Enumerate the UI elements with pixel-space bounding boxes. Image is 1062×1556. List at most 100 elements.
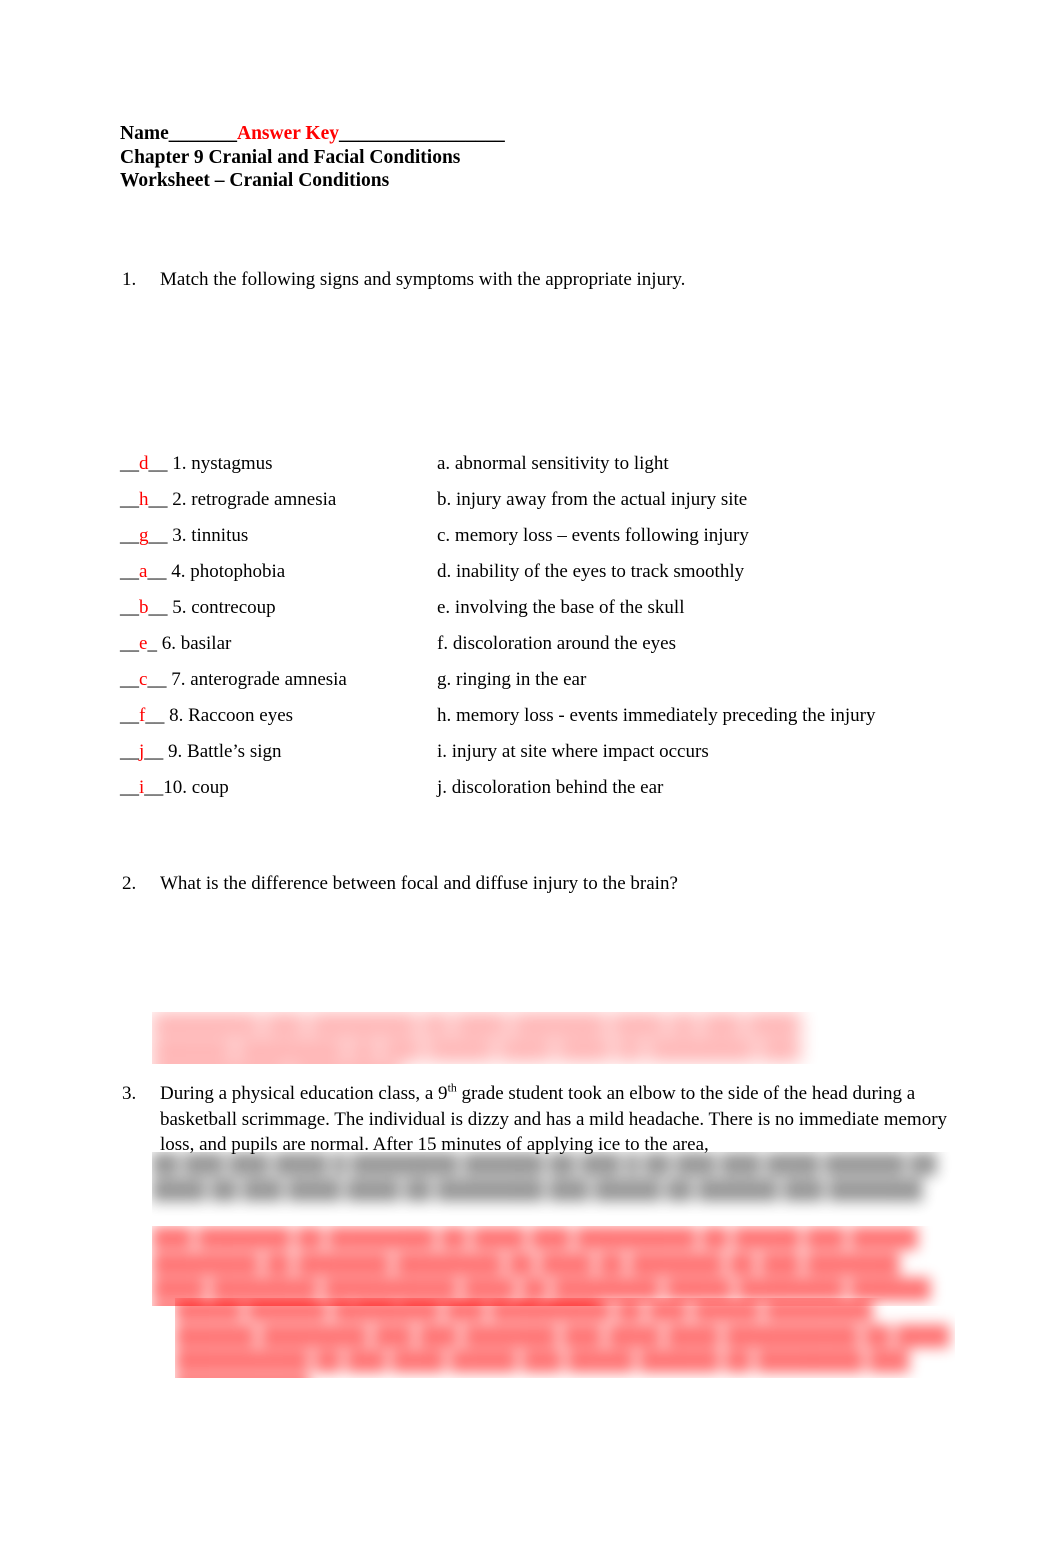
match-row: __e_ 6. basilar f. discoloration around … [120, 631, 970, 667]
match-item-9: __j__ 9. Battle’s sign [120, 739, 282, 765]
blank-prefix: __ [120, 669, 139, 690]
match-item-6: __e_ 6. basilar [120, 631, 231, 657]
question-2-number: 2. [122, 873, 137, 894]
question-1-text: Match the following signs and symptoms w… [160, 269, 686, 290]
question-3-text: During a physical education class, a 9th… [160, 1081, 952, 1158]
blank-suffix: __ [148, 597, 173, 618]
item-number: 5. [172, 597, 187, 618]
question-2-obscured-answer: ████████ ███ ████████ ██ ████ ███████ ██… [152, 1012, 852, 1064]
item-number: 9. [168, 741, 183, 762]
blank-suffix: __ [148, 525, 173, 546]
worksheet-page: Name_______Answer Key_________________ C… [0, 0, 1062, 1556]
match-row: __d__ 1. nystagmus a. abnormal sensitivi… [120, 451, 970, 487]
document-header: Name_______Answer Key_________________ C… [120, 122, 505, 193]
item-term: Raccoon eyes [188, 705, 294, 726]
blank-prefix: __ [120, 741, 139, 762]
obscured-answer-text: █████ ██████ ████████ ███ █████████ ██ █… [175, 1300, 950, 1378]
blank-suffix: __ [145, 705, 170, 726]
question-1: 1. Match the following signs and symptom… [122, 267, 922, 293]
item-number: 4. [171, 561, 186, 582]
match-item-4: __a__ 4. photophobia [120, 559, 285, 585]
blank-suffix: __ [147, 669, 172, 690]
answer-letter[interactable]: g [139, 525, 149, 546]
question-3: 3. During a physical education class, a … [122, 1081, 952, 1158]
blank-prefix: __ [120, 561, 139, 582]
blank-suffix: __ [148, 489, 173, 510]
definition-h: h. memory loss - events immediately prec… [437, 705, 876, 726]
blank-suffix: __ [144, 777, 164, 798]
question-1-number: 1. [122, 269, 137, 290]
blank-suffix: __ [144, 741, 169, 762]
obscured-answer-text: ████████ ███ ████████ ██ ████ ███████ ██… [152, 1014, 801, 1061]
match-item-8: __f__ 8. Raccoon eyes [120, 703, 293, 729]
name-line: Name_______Answer Key_________________ [120, 122, 505, 146]
match-item-5: __b__ 5. contrecoup [120, 595, 276, 621]
question-2: 2. What is the difference between focal … [122, 871, 922, 897]
definition-d: d. inability of the eyes to track smooth… [437, 561, 745, 582]
name-blank-before: _______ [168, 123, 237, 144]
definition-a: a. abnormal sensitivity to light [437, 453, 669, 474]
name-blank-after: _________________ [339, 123, 505, 144]
blank-suffix: __ [147, 561, 172, 582]
obscured-answer-text: ███ ███████ ██ ████████ ██ ████ ███ ████… [152, 1228, 931, 1306]
item-number: 3. [172, 525, 187, 546]
blank-prefix: __ [120, 489, 139, 510]
ordinal-superscript: th [447, 1081, 457, 1095]
definition-g: g. ringing in the ear [437, 669, 587, 690]
item-term: Battle’s sign [187, 741, 282, 762]
blank-prefix: __ [120, 525, 139, 546]
item-term: nystagmus [191, 453, 273, 474]
answer-letter[interactable]: h [139, 489, 149, 510]
match-row: __i__10. coup j. discoloration behind th… [120, 775, 970, 811]
blank-prefix: __ [120, 453, 139, 474]
match-row: __g__ 3. tinnitus c. memory loss – event… [120, 523, 970, 559]
blank-prefix: __ [120, 597, 139, 618]
question-3-obscured-answer: ███ ███████ ██ ████████ ██ ████ ███ ████… [152, 1226, 952, 1306]
match-item-1: __d__ 1. nystagmus [120, 451, 273, 477]
question-3-obscured-continuation: ██ ███ ███ ████ █ ████████ ██████ ██ ███… [152, 1152, 952, 1228]
question-3-text-part1: During a physical education class, a 9 [160, 1083, 448, 1104]
item-number: 1. [172, 453, 187, 474]
item-number: 7. [171, 669, 186, 690]
blank-prefix: __ [120, 705, 139, 726]
match-row: __b__ 5. contrecoup e. involving the bas… [120, 595, 970, 631]
item-term: photophobia [190, 561, 286, 582]
match-row: __a__ 4. photophobia d. inability of the… [120, 559, 970, 595]
question-2-text: What is the difference between focal and… [160, 873, 678, 894]
definition-c: c. memory loss – events following injury [437, 525, 749, 546]
question-3-obscured-answer-secondary: █████ ██████ ████████ ███ █████████ ██ █… [175, 1298, 955, 1378]
item-number: 10. [163, 777, 188, 798]
match-item-7: __c__ 7. anterograde amnesia [120, 667, 347, 693]
definition-b: b. injury away from the actual injury si… [437, 489, 748, 510]
item-term: basilar [180, 633, 232, 654]
item-term: anterograde amnesia [190, 669, 347, 690]
definition-i: i. injury at site where impact occurs [437, 741, 709, 762]
definition-j: j. discoloration behind the ear [437, 777, 664, 798]
match-item-3: __g__ 3. tinnitus [120, 523, 248, 549]
match-row: __c__ 7. anterograde amnesia g. ringing … [120, 667, 970, 703]
match-item-10: __i__10. coup [120, 775, 229, 801]
blank-suffix: __ [148, 453, 173, 474]
item-term: tinnitus [191, 525, 249, 546]
blank-suffix: _ [147, 633, 162, 654]
item-number: 2. [172, 489, 187, 510]
matching-exercise: __d__ 1. nystagmus a. abnormal sensitivi… [120, 451, 970, 811]
item-term: coup [187, 777, 229, 798]
definition-e: e. involving the base of the skull [437, 597, 685, 618]
item-term: contrecoup [191, 597, 276, 618]
name-label: Name [120, 123, 169, 144]
item-term: retrograde amnesia [191, 489, 337, 510]
item-number: 8. [169, 705, 184, 726]
blank-prefix: __ [120, 777, 139, 798]
answer-letter[interactable]: b [139, 597, 149, 618]
obscured-continuation-text: ██ ███ ███ ████ █ ████████ ██████ ██ ███… [152, 1154, 937, 1201]
answer-key-text: Answer Key [236, 123, 339, 144]
worksheet-title: Worksheet – Cranial Conditions [120, 170, 390, 191]
question-3-number: 3. [122, 1083, 137, 1104]
answer-letter[interactable]: d [139, 453, 149, 474]
match-item-2: __h__ 2. retrograde amnesia [120, 487, 336, 513]
chapter-title: Chapter 9 Cranial and Facial Conditions [120, 146, 461, 168]
item-number: 6. [161, 633, 176, 654]
match-row: __h__ 2. retrograde amnesia b. injury aw… [120, 487, 970, 523]
definition-f: f. discoloration around the eyes [437, 633, 677, 654]
